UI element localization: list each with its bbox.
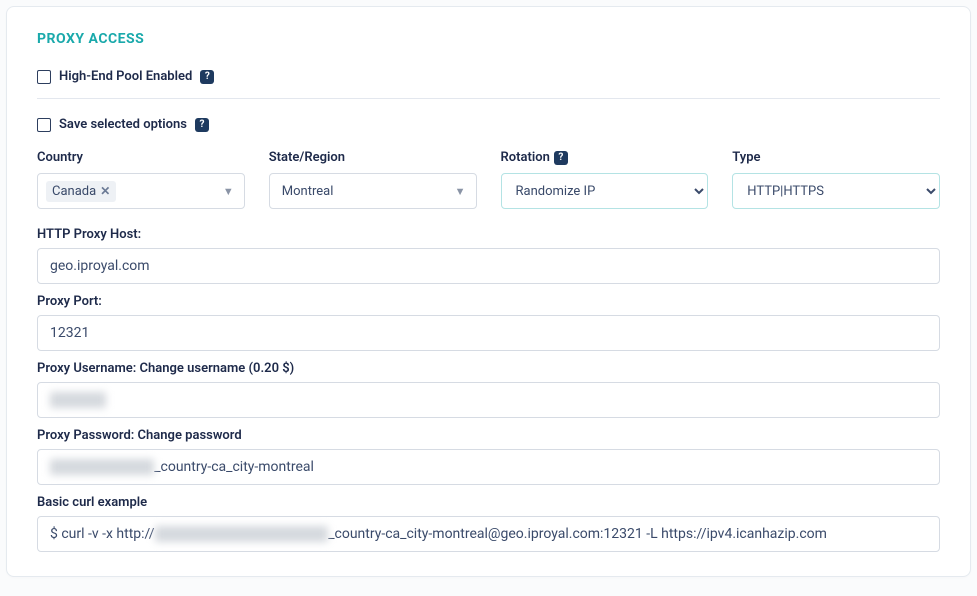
- high-end-pool-row: High-End Pool Enabled ?: [37, 69, 940, 84]
- port-input[interactable]: [37, 315, 940, 351]
- save-options-checkbox[interactable]: [37, 118, 51, 132]
- host-field: HTTP Proxy Host:: [37, 227, 940, 284]
- chevron-down-icon: ▼: [223, 185, 234, 198]
- curl-field: Basic curl example $ curl -v -x http://x…: [37, 495, 940, 552]
- port-field: Proxy Port:: [37, 294, 940, 351]
- save-options-label: Save selected options: [59, 117, 187, 132]
- country-label: Country: [37, 150, 245, 165]
- state-field: State/Region Montreal ▼: [269, 150, 477, 209]
- proxy-access-panel: PROXY ACCESS High-End Pool Enabled ? Sav…: [6, 6, 971, 577]
- help-icon[interactable]: ?: [554, 151, 568, 165]
- country-tag-text: Canada: [52, 184, 96, 199]
- type-select[interactable]: HTTP|HTTPS: [732, 173, 940, 209]
- curl-suffix: _country-ca_city-montreal@geo.iproyal.co…: [328, 526, 827, 542]
- save-options-row: Save selected options ?: [37, 117, 940, 132]
- port-label: Proxy Port:: [37, 294, 940, 309]
- username-field: Proxy Username: Change username (0.20 $)…: [37, 361, 940, 418]
- password-suffix: _country-ca_city-montreal: [154, 459, 314, 475]
- help-icon[interactable]: ?: [195, 118, 209, 132]
- divider: [37, 98, 940, 99]
- curl-example-box[interactable]: $ curl -v -x http://xxxxxxxxxxxxxxxxxxxx…: [37, 516, 940, 552]
- rotation-select[interactable]: Randomize IP: [501, 173, 709, 209]
- rotation-label: Rotation ?: [501, 150, 709, 165]
- state-value: Montreal: [278, 184, 334, 199]
- password-label: Proxy Password: Change password: [37, 428, 940, 443]
- host-input[interactable]: [37, 248, 940, 284]
- username-input[interactable]: xxxxxxxx: [37, 382, 940, 418]
- high-end-pool-label: High-End Pool Enabled: [59, 69, 192, 84]
- masked-text: xxxxxxxxxxxxxxxxxxxxxxxxx: [155, 526, 329, 542]
- password-field: Proxy Password: Change password xxxxxxxx…: [37, 428, 940, 485]
- high-end-pool-checkbox[interactable]: [37, 70, 51, 84]
- type-field: Type HTTP|HTTPS: [732, 150, 940, 209]
- masked-text: xxxxxxxxxxxxxxx: [50, 459, 154, 475]
- state-select[interactable]: Montreal ▼: [269, 173, 477, 209]
- username-label: Proxy Username: Change username (0.20 $): [37, 361, 940, 376]
- panel-title: PROXY ACCESS: [37, 31, 940, 47]
- help-icon[interactable]: ?: [200, 70, 214, 84]
- country-select[interactable]: Canada ✕ ▼: [37, 173, 245, 209]
- chevron-down-icon: ▼: [455, 185, 466, 198]
- masked-text: xxxxxxxx: [50, 392, 106, 408]
- curl-label: Basic curl example: [37, 495, 940, 510]
- password-input[interactable]: xxxxxxxxxxxxxxx_country-ca_city-montreal: [37, 449, 940, 485]
- rotation-field: Rotation ? Randomize IP: [501, 150, 709, 209]
- country-field: Country Canada ✕ ▼: [37, 150, 245, 209]
- state-label: State/Region: [269, 150, 477, 165]
- options-grid: Country Canada ✕ ▼ State/Region Montreal…: [37, 150, 940, 209]
- country-tag: Canada ✕: [46, 181, 116, 202]
- host-label: HTTP Proxy Host:: [37, 227, 940, 242]
- curl-prefix: $ curl -v -x http://: [50, 526, 155, 542]
- type-label: Type: [732, 150, 940, 165]
- remove-country-icon[interactable]: ✕: [100, 184, 110, 198]
